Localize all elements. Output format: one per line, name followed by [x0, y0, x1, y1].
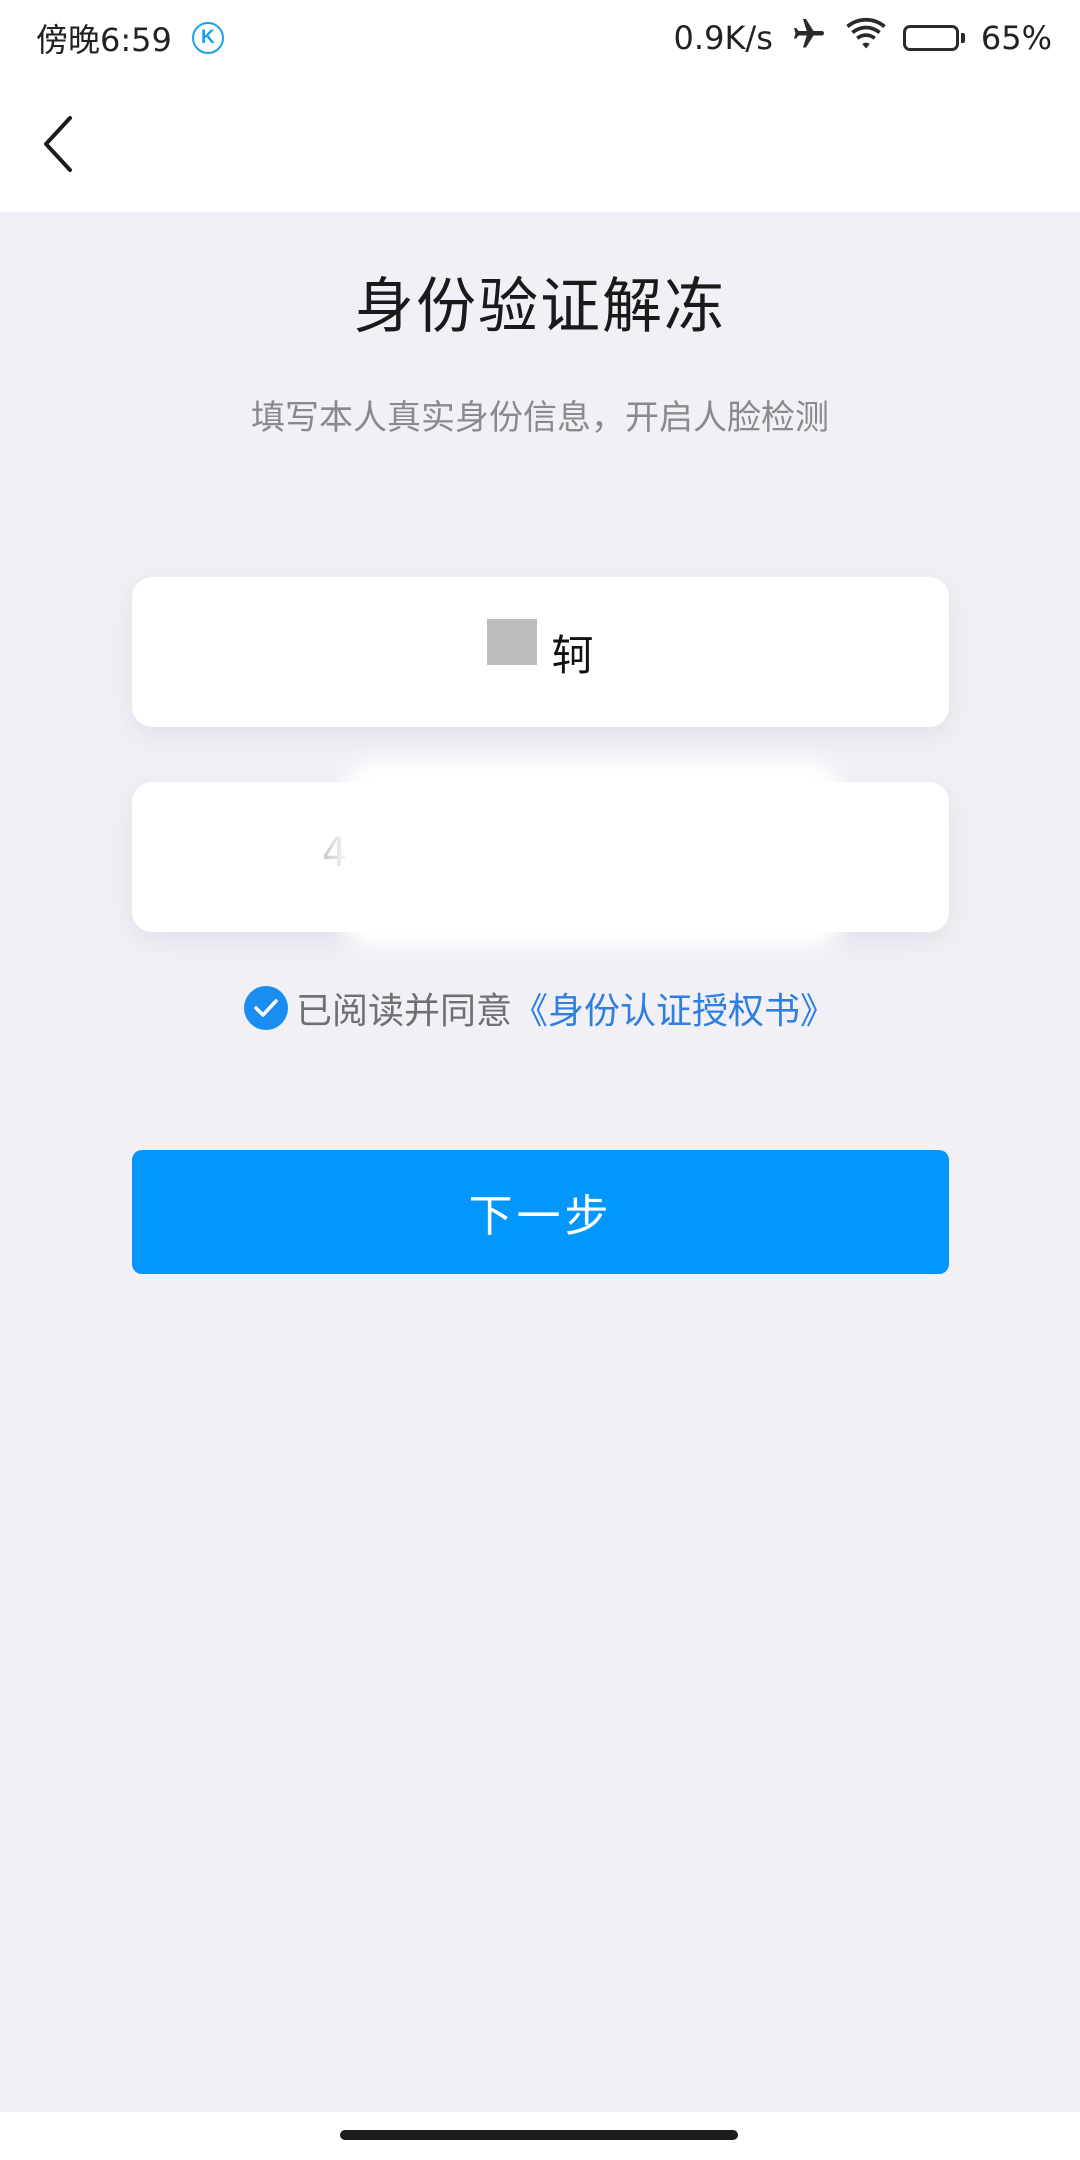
name-field[interactable]: 轲: [132, 577, 949, 727]
back-button[interactable]: [30, 109, 86, 179]
agreement-link[interactable]: 《身份认证授权书》: [512, 982, 836, 1034]
next-button[interactable]: 下一步: [132, 1150, 949, 1274]
wifi-icon: [845, 17, 887, 59]
id-number-field[interactable]: 4: [132, 760, 949, 950]
id-mask: [337, 760, 847, 950]
home-indicator[interactable]: [340, 2130, 738, 2140]
page-title: 身份验证解冻: [354, 272, 726, 342]
battery-icon: [902, 25, 965, 51]
status-bar: 傍晚6:59 K 0.9K/s 65%: [0, 0, 1080, 76]
agreement-checkbox[interactable]: [243, 986, 288, 1030]
status-time: 傍晚6:59: [36, 21, 172, 59]
k-app-icon: K: [191, 22, 224, 54]
name-mask: [487, 619, 538, 665]
nav-bar: [0, 76, 1080, 212]
network-speed: 0.9K/s: [673, 19, 773, 57]
airplane-icon: [789, 16, 829, 60]
status-right: 0.9K/s 65%: [674, 16, 1052, 60]
battery-percent: 65%: [980, 19, 1052, 57]
name-value: 轲: [551, 630, 594, 680]
status-left: 傍晚6:59 K: [36, 15, 224, 61]
back-chevron-icon: [44, 116, 72, 172]
agreement-text: 已阅读并同意: [295, 991, 512, 1032]
checkmark-icon: [254, 999, 278, 1017]
name-value-wrap: 轲: [132, 577, 949, 727]
page-subtitle: 填写本人真实身份信息，开启人脸检测: [251, 398, 829, 438]
agreement-row: 已阅读并同意 《身份认证授权书》: [0, 982, 1080, 1034]
